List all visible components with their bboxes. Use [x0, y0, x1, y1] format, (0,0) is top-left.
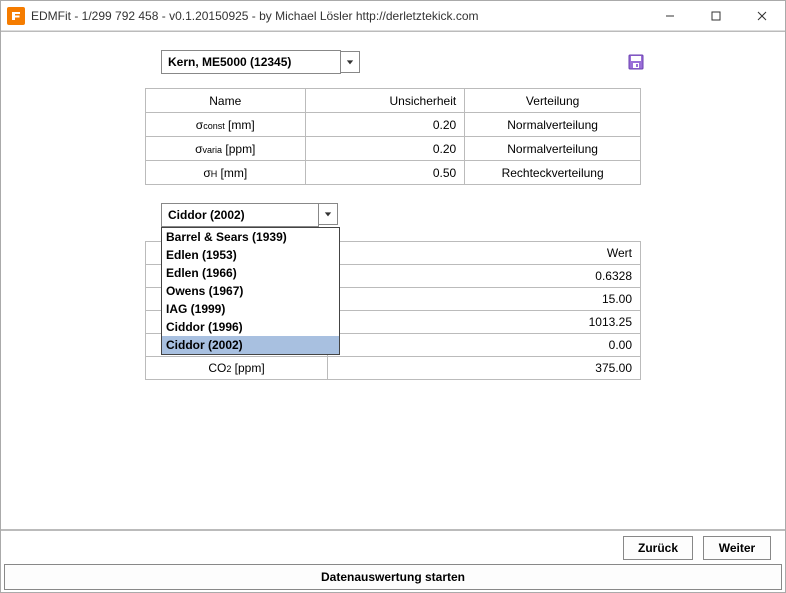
table-row: σconst [mm] 0.20 Normalverteilung: [146, 113, 641, 137]
formula-option[interactable]: Edlen (1966): [162, 264, 339, 282]
value-row-value[interactable]: 375.00: [328, 357, 641, 380]
uncert-row-name: σvaria [ppm]: [146, 137, 306, 161]
value-row-value[interactable]: 15.00: [328, 288, 641, 311]
formula-option[interactable]: Barrel & Sears (1939): [162, 228, 339, 246]
back-button[interactable]: Zurück: [623, 536, 693, 560]
titlebar: EDMFit - 1/299 792 458 - v0.1.20150925 -…: [1, 1, 785, 31]
table-row: σvaria [ppm] 0.20 Normalverteilung: [146, 137, 641, 161]
content-area: Kern, ME5000 (12345) Name Unsicherheit V…: [1, 31, 785, 530]
uncert-row-name: σconst [mm]: [146, 113, 306, 137]
formula-combo[interactable]: Ciddor (2002): [161, 203, 319, 227]
formula-option[interactable]: IAG (1999): [162, 300, 339, 318]
uncert-row-dist[interactable]: Rechteckverteilung: [465, 161, 641, 185]
minimize-button[interactable]: [647, 1, 693, 30]
table-row: σH [mm] 0.50 Rechteckverteilung: [146, 161, 641, 185]
uncert-header-name: Name: [146, 89, 306, 113]
next-button[interactable]: Weiter: [703, 536, 771, 560]
table-row: CO2 [ppm] 375.00: [146, 357, 641, 380]
uncert-row-dist[interactable]: Normalverteilung: [465, 137, 641, 161]
top-row: Kern, ME5000 (12345): [161, 50, 645, 74]
formula-option[interactable]: Owens (1967): [162, 282, 339, 300]
uncert-row-value[interactable]: 0.20: [305, 113, 465, 137]
instrument-combo-arrow[interactable]: [340, 51, 360, 73]
maximize-button[interactable]: [693, 1, 739, 30]
uncert-row-value[interactable]: 0.20: [305, 137, 465, 161]
value-row-value[interactable]: 0.6328: [328, 265, 641, 288]
uncert-row-dist[interactable]: Normalverteilung: [465, 113, 641, 137]
uncert-header-uncert: Unsicherheit: [305, 89, 465, 113]
value-row-value[interactable]: 0.00: [328, 334, 641, 357]
start-evaluation-button[interactable]: Datenauswertung starten: [4, 564, 782, 590]
formula-option[interactable]: Edlen (1953): [162, 246, 339, 264]
button-bar: Zurück Weiter: [1, 530, 785, 564]
save-icon[interactable]: [627, 53, 645, 71]
formula-dropdown-list: Barrel & Sears (1939) Edlen (1953) Edlen…: [161, 227, 340, 355]
formula-option[interactable]: Ciddor (1996): [162, 318, 339, 336]
value-header-right: Wert: [328, 242, 641, 265]
formula-option-selected[interactable]: Ciddor (2002): [162, 336, 339, 354]
window-controls: [647, 1, 785, 30]
uncert-row-name: σH [mm]: [146, 161, 306, 185]
uncertainty-table: Name Unsicherheit Verteilung σconst [mm]…: [145, 88, 641, 185]
window-title: EDMFit - 1/299 792 458 - v0.1.20150925 -…: [31, 9, 647, 23]
formula-combo-wrap: Ciddor (2002) Barrel & Sears (1939) Edle…: [161, 203, 361, 227]
formula-combo-arrow[interactable]: [318, 203, 338, 225]
uncert-row-value[interactable]: 0.50: [305, 161, 465, 185]
value-row-value[interactable]: 1013.25: [328, 311, 641, 334]
uncert-header-dist: Verteilung: [465, 89, 641, 113]
close-button[interactable]: [739, 1, 785, 30]
value-row-label: CO2 [ppm]: [146, 357, 328, 380]
instrument-combo[interactable]: Kern, ME5000 (12345): [161, 50, 341, 74]
app-icon: [7, 7, 25, 25]
